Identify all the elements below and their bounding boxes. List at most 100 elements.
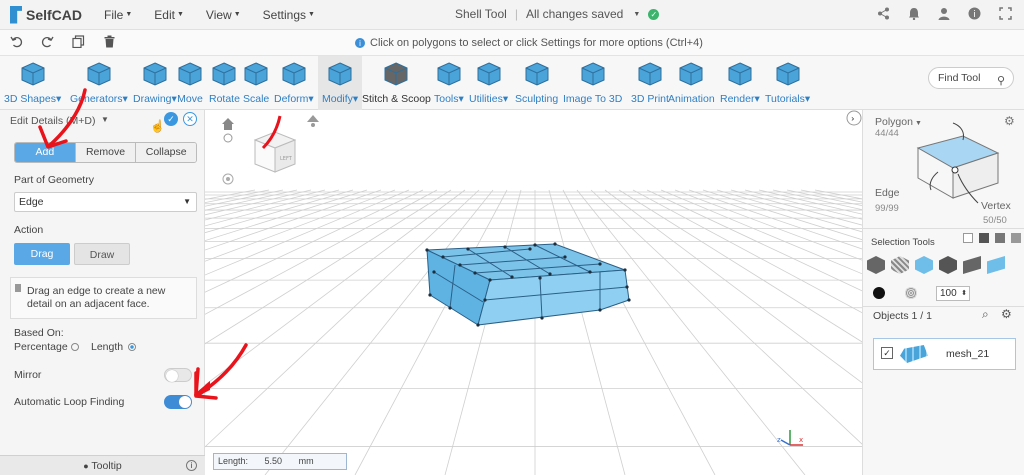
home-icon[interactable]	[222, 118, 234, 130]
undo-icon[interactable]	[10, 35, 23, 51]
select-solid-icon[interactable]	[979, 233, 989, 243]
drag-button[interactable]: Drag	[14, 243, 70, 265]
mesh-vertex[interactable]	[476, 323, 480, 327]
apply-button[interactable]: ✓	[164, 112, 178, 126]
tool-drawing[interactable]: Drawing▾	[133, 60, 177, 105]
mesh-object[interactable]	[425, 242, 631, 327]
stepper-icon[interactable]: ⬍	[961, 287, 967, 300]
mesh-vertex[interactable]	[553, 242, 557, 246]
tool-scale[interactable]: Scale	[243, 60, 269, 105]
menu-settings[interactable]: Settings ▼	[263, 8, 315, 22]
mesh-vertex[interactable]	[432, 270, 436, 274]
tooltip-bar[interactable]: ● Tooltip i	[0, 455, 205, 475]
paint-select-icon[interactable]	[987, 256, 1005, 274]
length-radio[interactable]	[128, 343, 137, 352]
tool-sculpting[interactable]: Sculpting	[515, 60, 558, 105]
material-icon[interactable]	[905, 287, 917, 299]
user-icon[interactable]	[938, 7, 950, 23]
selection-mode-diagram[interactable]	[903, 118, 1013, 213]
mesh-vertex[interactable]	[533, 243, 537, 247]
tooltip-info-icon[interactable]: i	[186, 460, 197, 471]
panel-title-caret-icon[interactable]: ▼	[101, 115, 109, 124]
tool-render[interactable]: Render▾	[720, 60, 760, 105]
opacity-input[interactable]: 100 ⬍	[936, 286, 970, 301]
face-select-icon[interactable]	[915, 256, 933, 274]
mesh-vertex[interactable]	[503, 245, 507, 249]
bell-icon[interactable]	[908, 7, 920, 23]
select-all-icon[interactable]	[1011, 233, 1021, 243]
mesh-vertex[interactable]	[598, 262, 602, 266]
mesh-vertex[interactable]	[598, 308, 602, 312]
tool-image-to-3d[interactable]: Image To 3D	[563, 60, 622, 105]
view-cube[interactable]: LEFT	[253, 131, 297, 173]
scene-canvas[interactable]: x z LEFT ›	[205, 110, 862, 475]
wireframe-select-icon[interactable]	[891, 256, 909, 274]
mesh-vertex[interactable]	[540, 316, 544, 320]
3d-viewport[interactable]: x z LEFT › Length: 5.50 mm	[205, 110, 862, 475]
collapse-panel-icon[interactable]: ›	[846, 110, 862, 126]
auto-loop-toggle[interactable]	[164, 395, 192, 409]
search-icon[interactable]: ⚲	[997, 71, 1005, 91]
length-readout[interactable]: Length: 5.50 mm	[213, 453, 347, 470]
object-visibility-checkbox[interactable]: ✓	[881, 347, 893, 359]
mesh-vertex[interactable]	[458, 263, 462, 267]
share-icon[interactable]	[877, 7, 890, 23]
mesh-vertex[interactable]	[441, 255, 445, 259]
tool-tools[interactable]: Tools▾	[434, 60, 464, 105]
trash-icon[interactable]	[103, 35, 116, 51]
tool-modify[interactable]: Modify▾	[318, 56, 363, 110]
orbit-icon[interactable]	[222, 173, 234, 185]
mesh-vertex[interactable]	[488, 278, 492, 282]
tool-3d-print[interactable]: 3D Print	[631, 60, 669, 105]
color-swatch[interactable]	[873, 287, 885, 299]
tool-move[interactable]: Move	[177, 60, 203, 105]
copy-icon[interactable]	[72, 35, 85, 51]
light-icon[interactable]	[307, 115, 319, 127]
search-icon[interactable]: ⌕	[982, 307, 989, 322]
object-list-item[interactable]: ✓ mesh_21	[873, 338, 1016, 370]
tool-generators[interactable]: Generators▾	[70, 60, 128, 105]
plane-select-icon[interactable]	[963, 256, 981, 274]
mesh-vertex[interactable]	[627, 298, 631, 302]
mesh-vertex[interactable]	[466, 247, 470, 251]
mesh-vertex[interactable]	[448, 306, 452, 310]
mirror-toggle[interactable]	[164, 368, 192, 382]
mesh-vertex[interactable]	[625, 285, 629, 289]
mesh-vertex[interactable]	[425, 248, 429, 252]
help-icon[interactable]: i	[968, 7, 981, 23]
tab-collapse[interactable]: Collapse	[135, 143, 196, 162]
tool-utilities[interactable]: Utilities▾	[469, 60, 508, 105]
mesh-vertex[interactable]	[528, 247, 532, 251]
fullscreen-icon[interactable]	[999, 7, 1012, 23]
tool-stitch-scoop[interactable]: Stitch & Scoop	[362, 60, 431, 105]
tool-rotate[interactable]: Rotate	[209, 60, 240, 105]
part-of-geometry-select[interactable]: Edge ▼	[14, 192, 197, 212]
based-on-length-option[interactable]: Length	[91, 341, 137, 353]
tool-3d-shapes[interactable]: 3D Shapes▾	[4, 60, 61, 105]
save-status-caret-icon[interactable]: ▼	[633, 11, 640, 18]
mesh-vertex[interactable]	[548, 272, 552, 276]
mesh-vertex[interactable]	[588, 270, 592, 274]
menu-edit[interactable]: Edit ▼	[154, 8, 184, 22]
mesh-vertex[interactable]	[623, 268, 627, 272]
close-button[interactable]: ✕	[183, 112, 197, 126]
menu-view[interactable]: View ▼	[206, 8, 241, 22]
tab-remove[interactable]: Remove	[74, 143, 136, 162]
mesh-vertex[interactable]	[510, 275, 514, 279]
settings-icon[interactable]: ⚙	[1001, 307, 1012, 321]
select-group-icon[interactable]	[995, 233, 1005, 243]
redo-icon[interactable]	[41, 35, 54, 51]
mesh-vertex[interactable]	[473, 271, 477, 275]
mesh-vertex[interactable]	[563, 255, 567, 259]
draw-button[interactable]: Draw	[74, 243, 130, 265]
select-box-icon[interactable]	[963, 233, 973, 243]
tool-tutorials[interactable]: Tutorials▾	[765, 60, 810, 105]
mesh-vertex[interactable]	[428, 293, 432, 297]
tool-animation[interactable]: Animation	[668, 60, 715, 105]
tool-deform[interactable]: Deform▾	[274, 60, 314, 105]
tab-add[interactable]: Add	[15, 143, 75, 162]
find-tool-input[interactable]: Find Tool ⚲	[928, 67, 1014, 89]
object-select-icon[interactable]	[867, 256, 885, 274]
percentage-radio[interactable]	[70, 343, 79, 352]
document-title[interactable]: Shell Tool	[455, 7, 507, 21]
